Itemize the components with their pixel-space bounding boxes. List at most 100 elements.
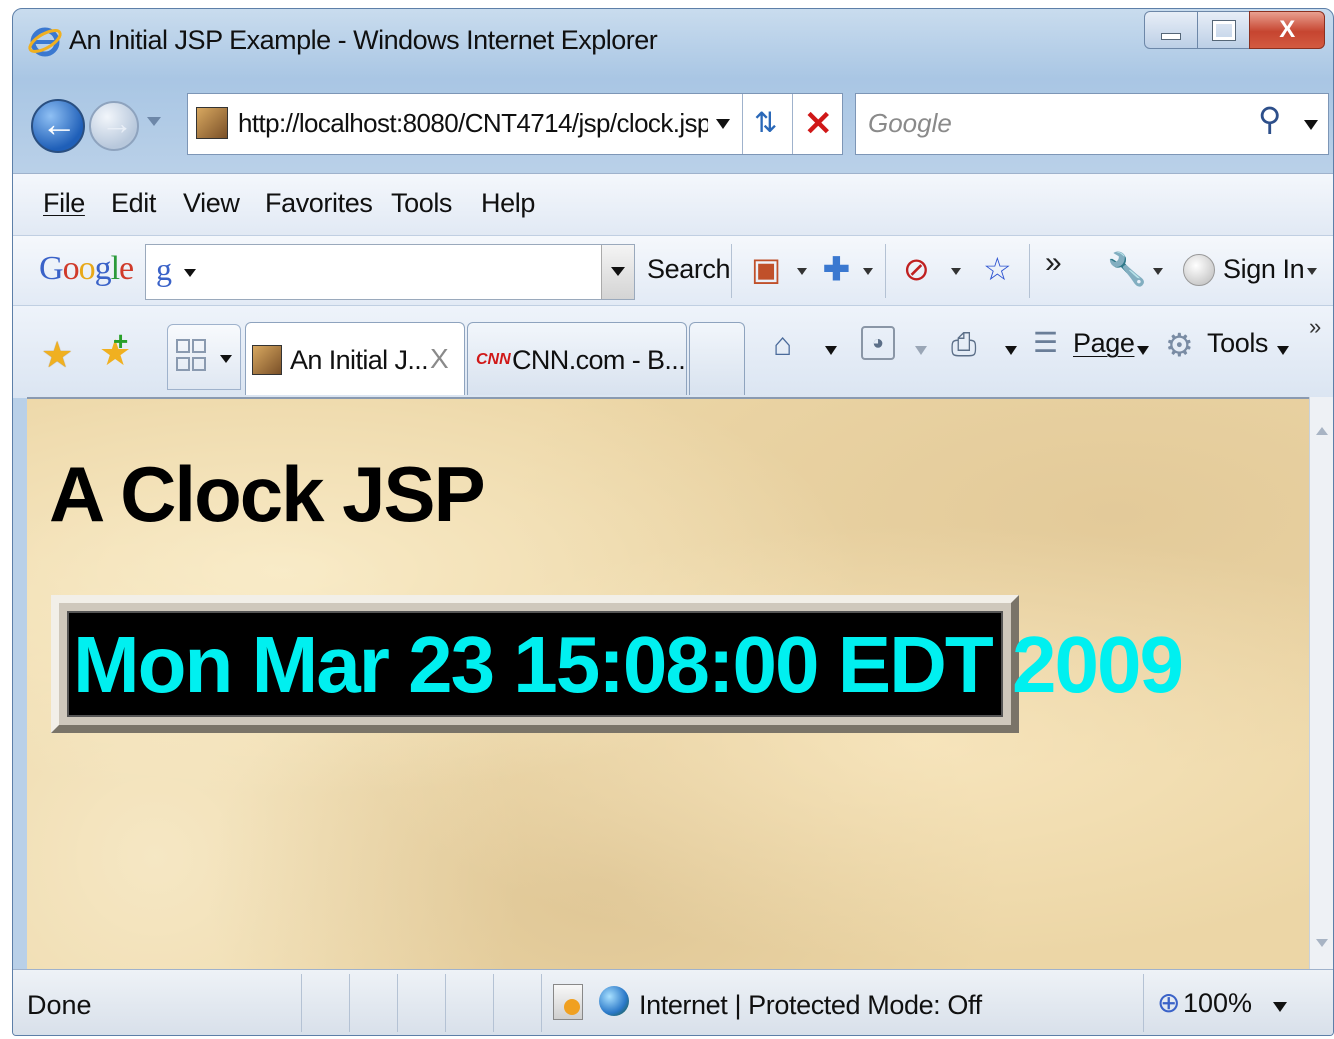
tab-list-dropdown[interactable] bbox=[220, 355, 232, 363]
tools-dropdown[interactable] bbox=[1277, 346, 1289, 355]
page-menu-button[interactable]: Page bbox=[1073, 328, 1135, 359]
divider bbox=[397, 974, 398, 1032]
close-icon: X bbox=[1279, 16, 1296, 43]
google-search-history-button[interactable] bbox=[601, 245, 634, 299]
add-button-dropdown[interactable] bbox=[863, 268, 873, 275]
stop-icon[interactable]: ✕ bbox=[804, 104, 833, 144]
menu-view[interactable]: View bbox=[183, 188, 240, 219]
forward-button[interactable]: → bbox=[89, 101, 139, 151]
feeds-dropdown[interactable] bbox=[915, 346, 927, 355]
sign-in-button[interactable]: Sign In bbox=[1223, 254, 1305, 285]
page-icon: ☰ bbox=[1033, 327, 1059, 358]
bookmarks-dropdown[interactable] bbox=[797, 268, 807, 275]
tools-menu-button[interactable]: Tools bbox=[1207, 328, 1268, 359]
page-favicon-icon bbox=[252, 345, 282, 375]
print-dropdown[interactable] bbox=[1005, 346, 1017, 355]
address-bar[interactable]: http://localhost:8080/CNT4714/jsp/clock.… bbox=[187, 93, 843, 155]
ie-logo-icon bbox=[27, 23, 63, 59]
menu-file[interactable]: File bbox=[43, 188, 85, 219]
quick-tabs-icon bbox=[176, 357, 190, 371]
tab-an-initial-jsp[interactable]: An Initial J... X bbox=[245, 322, 465, 395]
tab-cnn[interactable]: CNN CNN.com - B... bbox=[467, 322, 687, 395]
vertical-scrollbar[interactable] bbox=[1309, 397, 1333, 969]
google-search-box[interactable]: g bbox=[145, 244, 635, 300]
page-dropdown[interactable] bbox=[1137, 346, 1149, 355]
settings-dropdown[interactable] bbox=[1153, 268, 1163, 275]
maximize-button[interactable] bbox=[1196, 11, 1251, 49]
divider bbox=[493, 974, 494, 1032]
quick-tabs-icon bbox=[192, 339, 206, 353]
chevron-down-icon bbox=[611, 267, 625, 276]
print-icon[interactable]: ⎙ bbox=[951, 326, 977, 364]
zoom-level[interactable]: 100% bbox=[1183, 988, 1252, 1019]
browser-window: An Initial JSP Example - Windows Interne… bbox=[12, 8, 1334, 1036]
popup-blocker-dropdown[interactable] bbox=[951, 268, 961, 275]
back-arrow-icon: ← bbox=[41, 103, 77, 144]
quick-tabs-icon bbox=[176, 339, 190, 353]
navigation-bar: ← → http://localhost:8080/CNT4714/jsp/cl… bbox=[13, 81, 1333, 173]
menu-edit[interactable]: Edit bbox=[111, 188, 156, 219]
menu-help-label: Help bbox=[481, 188, 535, 218]
address-input[interactable]: http://localhost:8080/CNT4714/jsp/clock.… bbox=[238, 108, 708, 139]
menu-edit-label: Edit bbox=[111, 188, 156, 218]
maximize-icon bbox=[1211, 19, 1236, 41]
search-options-dropdown[interactable] bbox=[1304, 120, 1318, 130]
command-overflow-icon[interactable]: » bbox=[1309, 314, 1321, 340]
more-chevron-icon[interactable]: » bbox=[1045, 246, 1062, 280]
divider bbox=[885, 244, 886, 298]
security-zone-label[interactable]: Internet | Protected Mode: Off bbox=[639, 990, 982, 1021]
popup-blocker-icon[interactable]: ⊘ bbox=[903, 250, 930, 288]
search-box[interactable]: Google ⚲ bbox=[855, 93, 1329, 155]
tab-close-icon[interactable]: X bbox=[430, 343, 449, 375]
recent-pages-dropdown[interactable] bbox=[147, 117, 161, 126]
minimize-button[interactable] bbox=[1144, 11, 1198, 49]
wrench-icon[interactable]: 🔧 bbox=[1107, 250, 1147, 288]
google-toolbar: Google g Search ▣ ✚ ⊘ ☆ » 🔧 Sign In bbox=[13, 235, 1333, 306]
quick-tabs-icon bbox=[192, 357, 206, 371]
menu-help[interactable]: Help bbox=[481, 188, 535, 219]
search-icon[interactable]: ⚲ bbox=[1258, 100, 1281, 138]
star-icon[interactable]: ☆ bbox=[983, 250, 1012, 288]
forward-arrow-icon: → bbox=[101, 105, 133, 141]
google-g-icon[interactable]: g bbox=[156, 251, 172, 288]
divider bbox=[445, 974, 446, 1032]
back-button[interactable]: ← bbox=[31, 99, 85, 153]
sign-in-icon[interactable] bbox=[1183, 254, 1215, 286]
window-controls: X bbox=[1144, 11, 1325, 49]
menu-favorites[interactable]: Favorites bbox=[265, 188, 373, 219]
feeds-icon[interactable]: ◕ bbox=[861, 326, 895, 360]
favorites-center-icon[interactable]: ★ bbox=[41, 334, 73, 376]
add-button-icon[interactable]: ✚ bbox=[823, 250, 850, 288]
home-dropdown[interactable] bbox=[825, 346, 837, 355]
divider bbox=[541, 974, 542, 1032]
bookmarks-icon[interactable]: ▣ bbox=[751, 250, 781, 288]
sign-in-dropdown[interactable] bbox=[1307, 268, 1317, 275]
internet-zone-icon[interactable] bbox=[599, 986, 629, 1016]
divider bbox=[792, 94, 793, 154]
google-logo[interactable]: Google bbox=[39, 250, 134, 288]
refresh-icon[interactable]: ⇅ bbox=[754, 106, 777, 139]
google-search-button[interactable]: Search bbox=[647, 254, 731, 285]
title-bar: An Initial JSP Example - Windows Interne… bbox=[13, 9, 1333, 81]
divider bbox=[742, 94, 743, 154]
address-dropdown[interactable] bbox=[716, 119, 730, 129]
clock-table: Mon Mar 23 15:08:00 EDT 2009 bbox=[51, 595, 1184, 733]
divider bbox=[1029, 244, 1030, 298]
home-icon[interactable]: ⌂ bbox=[773, 326, 792, 363]
scroll-down-icon[interactable] bbox=[1316, 939, 1328, 947]
scroll-up-icon[interactable] bbox=[1316, 427, 1328, 435]
quick-tabs-button[interactable] bbox=[167, 324, 241, 390]
tab-bar: ★ ★ + An Initial J... X CNN CNN.com - B..… bbox=[13, 305, 1333, 398]
page-heading: A Clock JSP bbox=[49, 450, 486, 538]
zoom-dropdown[interactable] bbox=[1273, 1002, 1287, 1012]
new-tab-button[interactable] bbox=[689, 322, 745, 395]
close-button[interactable]: X bbox=[1249, 11, 1325, 49]
google-g-dropdown[interactable] bbox=[184, 269, 196, 277]
security-report-icon[interactable] bbox=[553, 984, 583, 1020]
zoom-icon: ⊕ bbox=[1157, 987, 1181, 1018]
divider bbox=[731, 244, 732, 298]
menu-tools[interactable]: Tools bbox=[391, 188, 452, 219]
search-input[interactable]: Google bbox=[868, 108, 952, 139]
add-favorites-icon[interactable]: ★ + bbox=[99, 326, 131, 374]
minimize-icon bbox=[1160, 32, 1181, 40]
